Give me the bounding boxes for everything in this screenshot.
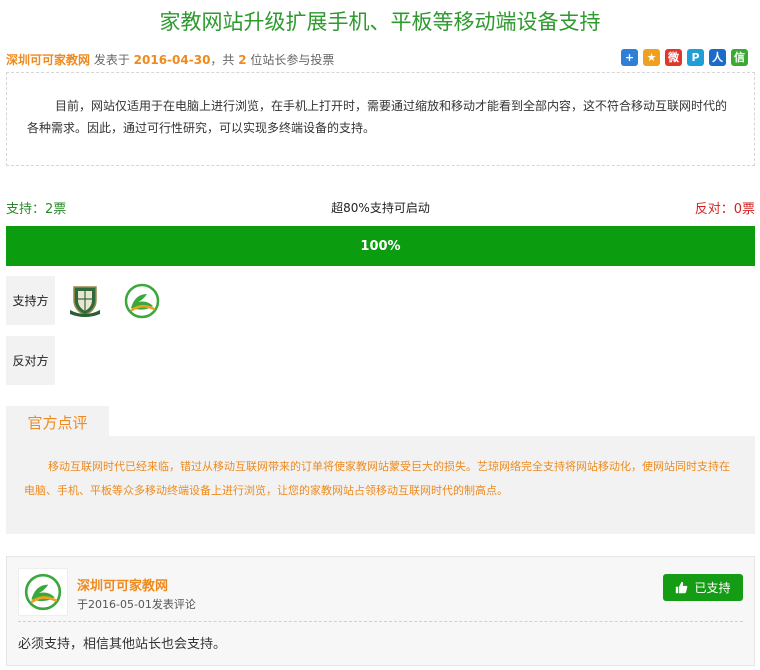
comment-text: 必须支持，相信其他站长也会支持。: [18, 637, 227, 652]
commenter-name[interactable]: 深圳可可家教网: [77, 575, 168, 594]
official-review-tab: 官方点评: [6, 406, 109, 438]
vote-progress-fill: 100%: [6, 226, 755, 266]
participants-prefix: ，共: [210, 53, 239, 67]
avatar[interactable]: [18, 568, 68, 616]
comment-divider: [18, 621, 743, 622]
share-toolbar: + ★ 微 P 人 信: [621, 49, 748, 66]
share-more-icon[interactable]: +: [621, 49, 638, 66]
supported-button[interactable]: 已支持: [663, 574, 743, 601]
comment-item: 深圳可可家教网 于2016-05-01发表评论 已支持 必须支持，相信其他站长也…: [6, 556, 755, 666]
opponents-label: 反对方: [6, 336, 55, 385]
post-date: 2016-04-30: [133, 53, 211, 67]
vote-summary: 支持：2票 超80%支持可启动 反对：0票: [6, 198, 755, 217]
supporter-leaf-logo[interactable]: [123, 282, 161, 320]
share-wechat-icon[interactable]: 信: [731, 49, 748, 66]
participants-count: 2: [238, 53, 247, 67]
proposal-description: 目前，网站仅适用于在电脑上进行浏览，在手机上打开时，需要通过缩放和移动才能看到全…: [6, 72, 755, 166]
posted-prefix: 发表于: [90, 53, 134, 67]
share-qzone-icon[interactable]: ★: [643, 49, 660, 66]
comment-time: 于2016-05-01发表评论: [77, 598, 196, 611]
oppose-count: 反对：0票: [694, 202, 755, 217]
supporters-label: 支持方: [6, 276, 55, 325]
participants-suffix: 位站长参与投票: [246, 53, 335, 67]
commenter-leaf-logo-icon: [24, 573, 62, 611]
supported-button-label: 已支持: [694, 581, 731, 595]
share-weibo-icon[interactable]: 微: [665, 49, 682, 66]
page-title: 家教网站升级扩展手机、平板等移动端设备支持: [159, 10, 601, 34]
official-review-text: 移动互联网时代已经来临，错过从移动互联网带来的订单将使家教网站蒙受巨大的损失。艺…: [6, 436, 755, 534]
post-meta: 深圳可可家教网 发表于 2016-04-30，共 2 位站长参与投票: [6, 51, 334, 68]
supporter-shield-logo[interactable]: [66, 282, 104, 320]
thumbs-up-icon: [676, 581, 688, 594]
vote-progress-bar: 100%: [6, 226, 755, 266]
author-link[interactable]: 深圳可可家教网: [6, 53, 90, 67]
vote-threshold-rule: 超80%支持可启动: [331, 201, 430, 215]
share-renren-icon[interactable]: 人: [709, 49, 726, 66]
share-tqq-icon[interactable]: P: [687, 49, 704, 66]
